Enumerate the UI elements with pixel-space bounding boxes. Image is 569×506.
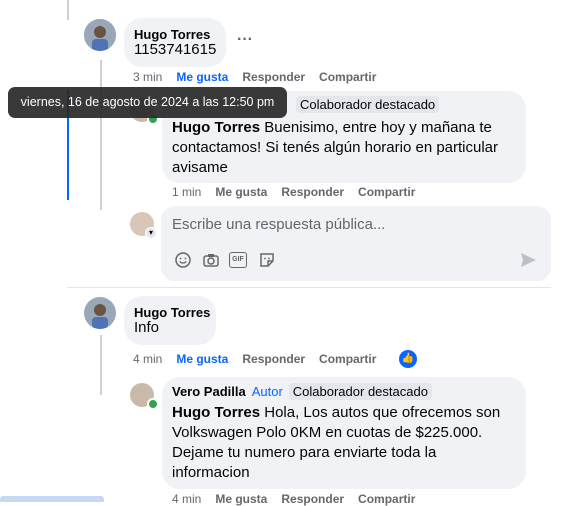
send-icon[interactable]: [518, 250, 538, 270]
like-reaction-icon[interactable]: 👍: [399, 350, 417, 368]
reply-button[interactable]: Responder: [242, 352, 305, 366]
reply-author[interactable]: Vero Padilla: [172, 384, 246, 399]
share-button[interactable]: Compartir: [319, 352, 376, 366]
comment-actions: 4 min Me gusta Responder Compartir: [133, 352, 390, 366]
mention-link[interactable]: Hugo Torres: [172, 404, 260, 421]
like-button[interactable]: Me gusta: [176, 70, 228, 84]
like-button[interactable]: Me gusta: [176, 352, 228, 366]
reply-actions: 1 min Me gusta Responder Compartir: [172, 185, 429, 199]
reply-button[interactable]: Responder: [242, 70, 305, 84]
gif-label: GIF: [232, 256, 244, 263]
avatar[interactable]: [84, 19, 116, 51]
reply-input[interactable]: Escribe una respuesta pública...: [172, 216, 385, 233]
sticker-icon[interactable]: [257, 250, 277, 270]
like-button[interactable]: Me gusta: [215, 492, 267, 506]
thread-line: [100, 60, 102, 210]
top-contributor-badge: Colaborador destacado: [288, 383, 432, 400]
share-button[interactable]: Compartir: [358, 492, 415, 506]
share-button[interactable]: Compartir: [358, 185, 415, 199]
section-divider: [67, 287, 551, 288]
share-button[interactable]: Compartir: [319, 70, 376, 84]
thread-line: [67, 0, 69, 20]
reply-composer[interactable]: Escribe una respuesta pública... GIF: [161, 206, 551, 281]
reply-time[interactable]: 1 min: [172, 185, 201, 199]
comment-time[interactable]: 3 min: [133, 70, 162, 84]
comment-bubble: Hugo Torres Info: [124, 296, 216, 345]
timestamp-tooltip: viernes, 16 de agosto de 2024 a las 12:5…: [8, 87, 287, 118]
top-contributor-badge: Colaborador destacado: [296, 96, 440, 113]
thread-line: [100, 335, 102, 395]
comment-bubble: Hugo Torres 1153741615: [124, 18, 226, 67]
reply-bubble: Vero Padilla Autor Colaborador destacado H…: [162, 377, 526, 489]
comment-time[interactable]: 4 min: [133, 352, 162, 366]
comment-text: Info: [134, 319, 160, 336]
like-button[interactable]: Me gusta: [215, 185, 267, 199]
chevron-down-icon[interactable]: ▾: [145, 227, 157, 239]
online-status-icon: [147, 398, 159, 410]
camera-icon[interactable]: [201, 250, 221, 270]
avatar[interactable]: [84, 297, 116, 329]
reply-time[interactable]: 4 min: [172, 492, 201, 506]
reply-actions: 4 min Me gusta Responder Compartir: [172, 492, 429, 506]
author-role-label: Autor: [251, 384, 283, 399]
reply-text: Hugo Torres Buenisimo, entre hoy y mañan…: [172, 118, 512, 178]
more-options-icon[interactable]: ···: [237, 31, 253, 49]
comment-actions: 3 min Me gusta Responder Compartir: [133, 70, 390, 84]
comment-text: 1153741615: [134, 41, 217, 58]
gif-icon[interactable]: GIF: [229, 252, 247, 268]
scroll-indicator[interactable]: [0, 496, 104, 502]
mention-link[interactable]: Hugo Torres: [172, 119, 260, 136]
reply-button[interactable]: Responder: [281, 492, 344, 506]
reply-button[interactable]: Responder: [281, 185, 344, 199]
reply-text: Hugo Torres Hola, Los autos que ofrecemo…: [172, 403, 512, 483]
emoji-icon[interactable]: [173, 250, 193, 270]
